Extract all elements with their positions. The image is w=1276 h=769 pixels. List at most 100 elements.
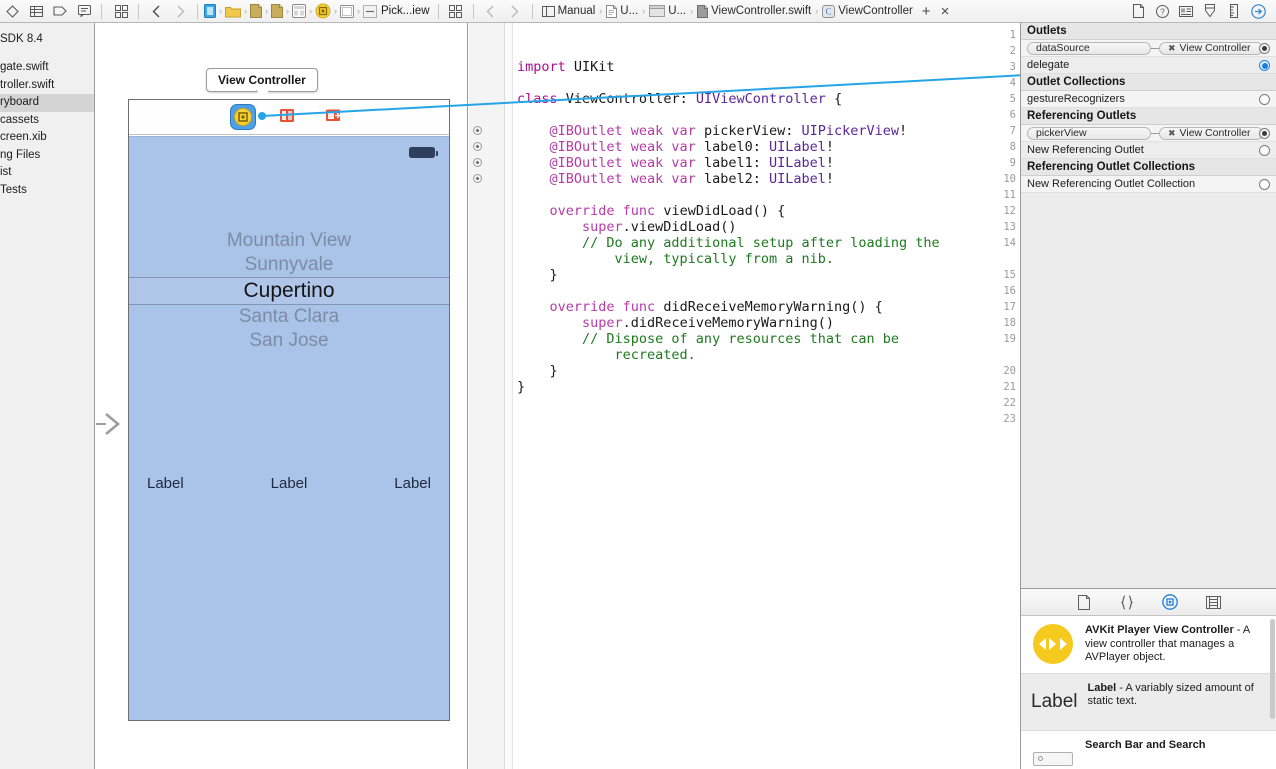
grid-view-icon[interactable] xyxy=(24,1,48,21)
outlet-target-pill[interactable]: ✖ View Controller xyxy=(1159,126,1263,140)
stop-icon[interactable] xyxy=(0,1,24,21)
jump-bar-folder-icon[interactable] xyxy=(224,5,242,18)
size-inspector-icon[interactable] xyxy=(1222,1,1246,21)
navigator-item[interactable]: cassets xyxy=(0,112,94,130)
close-assistant-editor-button[interactable]: × xyxy=(936,3,955,20)
code-line[interactable]: @IBOutlet weak var label0: UILabel! xyxy=(517,139,835,155)
ib-label-1[interactable]: Label xyxy=(271,475,308,492)
picker-row[interactable]: San Jose xyxy=(129,329,449,353)
assistant-editor-icon[interactable] xyxy=(109,1,133,21)
jump-bar-view-icon[interactable] xyxy=(339,4,355,18)
navigator-item[interactable]: gate.swift xyxy=(0,59,94,77)
view-controller-icon[interactable] xyxy=(231,105,255,129)
outlet-gutter-marker[interactable] xyxy=(473,126,482,135)
library-item-label[interactable]: Label Label - A variably sized amount of… xyxy=(1021,673,1276,731)
connection-endpoint[interactable] xyxy=(1259,128,1270,139)
library-item-avkit[interactable]: AVKit Player View Controller - A view co… xyxy=(1021,616,1276,674)
quick-help-icon[interactable]: ? xyxy=(1150,1,1174,21)
exit-icon[interactable] xyxy=(323,105,347,129)
project-navigator[interactable]: SDK 8.4 gate.swift troller.swift ryboard… xyxy=(0,23,95,769)
navigator-item-selected[interactable]: ryboard xyxy=(0,94,94,112)
assistant-forward-button[interactable] xyxy=(503,1,527,21)
comment-icon[interactable] xyxy=(72,1,96,21)
navigator-item[interactable]: creen.xib xyxy=(0,129,94,147)
jump-bar-view-controller-icon[interactable] xyxy=(314,3,332,19)
connection-row-new-referencing-outlet[interactable]: New Referencing Outlet xyxy=(1021,142,1276,159)
picker-view[interactable]: Mountain View Sunnyvale Cupertino Santa … xyxy=(129,229,449,353)
code-line[interactable]: } xyxy=(517,267,558,283)
identity-inspector-icon[interactable] xyxy=(1174,1,1198,21)
outlet-gutter-marker[interactable] xyxy=(473,158,482,167)
code-line[interactable]: } xyxy=(517,379,525,395)
file-template-library-icon[interactable] xyxy=(1074,593,1094,611)
assistant-crumb-4[interactable]: C ViewController xyxy=(818,4,917,18)
connection-row-pickerview[interactable]: pickerView ✖ View Controller xyxy=(1021,125,1276,142)
library-panel[interactable]: AVKit Player View Controller - A view co… xyxy=(1021,588,1276,769)
code-line[interactable]: @IBOutlet weak var label1: UILabel! xyxy=(517,155,835,171)
editor-gutter[interactable] xyxy=(469,23,505,769)
forward-button[interactable] xyxy=(168,1,192,21)
code-line[interactable]: recreated. xyxy=(517,347,696,363)
code-line[interactable]: override func viewDidLoad() { xyxy=(517,203,786,219)
connections-inspector-icon[interactable] xyxy=(1246,1,1270,21)
navigator-item[interactable]: ist xyxy=(0,164,94,182)
code-line[interactable]: } xyxy=(517,363,558,379)
navigator-file-list[interactable]: gate.swift troller.swift ryboard cassets… xyxy=(0,59,94,199)
picker-row[interactable]: Sunnyvale xyxy=(129,253,449,277)
code-line[interactable]: // Dispose of any resources that can be xyxy=(517,331,899,347)
jump-bar-storyboard-icon[interactable] xyxy=(291,4,307,18)
picker-row[interactable]: Santa Clara xyxy=(129,305,449,329)
first-responder-icon[interactable] xyxy=(277,105,301,129)
disconnect-icon[interactable]: ✖ xyxy=(1168,42,1176,54)
utilities-panel[interactable]: Outlets dataSource ✖ View Controller del… xyxy=(1020,23,1276,769)
scene-root-view[interactable]: Mountain View Sunnyvale Cupertino Santa … xyxy=(129,136,449,720)
outlet-target-pill[interactable]: ✖ View Controller xyxy=(1159,41,1263,55)
jump-bar-selection-icon[interactable] xyxy=(362,4,378,18)
navigator-item[interactable]: Tests xyxy=(0,182,94,200)
connection-endpoint[interactable] xyxy=(1259,145,1270,156)
code-line[interactable]: @IBOutlet weak var label2: UILabel! xyxy=(517,171,835,187)
back-button[interactable] xyxy=(144,1,168,21)
assistant-crumb-3[interactable]: ViewController.swift xyxy=(693,4,815,18)
library-scrollbar[interactable] xyxy=(1270,619,1275,719)
connection-endpoint[interactable] xyxy=(1259,94,1270,105)
assistant-back-button[interactable] xyxy=(479,1,503,21)
outlet-gutter-marker[interactable] xyxy=(473,142,482,151)
assistant-crumb-2[interactable]: U... xyxy=(645,5,690,17)
add-assistant-editor-button[interactable]: + xyxy=(917,3,936,20)
assistant-layout-icon[interactable] xyxy=(444,1,468,21)
code-line[interactable]: @IBOutlet weak var pickerView: UIPickerV… xyxy=(517,123,908,139)
connection-row-new-referencing-outlet-collection[interactable]: New Referencing Outlet Collection xyxy=(1021,176,1276,193)
picker-row[interactable]: Mountain View xyxy=(129,229,449,253)
connection-endpoint[interactable] xyxy=(1259,43,1270,54)
assistant-mode-item[interactable]: Manual xyxy=(538,5,600,17)
source-code-editor[interactable]: 1 2 3 4 5 6 7 8 9 10 11 12 13 14 15 16 17 18 19 20 21 22 23 im… xyxy=(469,23,1019,769)
attributes-inspector-icon[interactable] xyxy=(1198,1,1222,21)
ib-label-0[interactable]: Label xyxy=(147,475,184,492)
tag-icon[interactable] xyxy=(48,1,72,21)
outlet-name-pill[interactable]: dataSource xyxy=(1027,41,1151,55)
scene-dock[interactable] xyxy=(129,100,449,135)
primary-jump-bar[interactable]: › › › › › › › Pick...iew xyxy=(203,0,430,23)
jump-bar-file-icon[interactable] xyxy=(249,4,263,18)
code-line[interactable]: super.didReceiveMemoryWarning() xyxy=(517,315,834,331)
object-library-icon[interactable] xyxy=(1160,593,1180,611)
code-line[interactable]: // Do any additional setup after loading… xyxy=(517,235,940,251)
outlet-name-pill[interactable]: pickerView xyxy=(1027,126,1151,140)
code-snippet-library-icon[interactable] xyxy=(1117,593,1137,611)
connection-row-gesturerecognizers[interactable]: gestureRecognizers xyxy=(1021,91,1276,108)
outlet-gutter-marker[interactable] xyxy=(473,174,482,183)
connection-row-delegate[interactable]: delegate xyxy=(1021,57,1276,74)
navigator-item[interactable]: ng Files xyxy=(0,147,94,165)
jump-bar-project-icon[interactable] xyxy=(203,4,217,18)
file-inspector-icon[interactable] xyxy=(1126,1,1150,21)
assistant-jump-bar[interactable]: Manual › U... › U... › ViewController.sw… xyxy=(538,0,917,23)
view-controller-scene[interactable]: Mountain View Sunnyvale Cupertino Santa … xyxy=(128,99,450,721)
picker-row-selected[interactable]: Cupertino xyxy=(129,277,449,305)
ib-label-2[interactable]: Label xyxy=(394,475,431,492)
disconnect-icon[interactable]: ✖ xyxy=(1168,127,1176,139)
code-line[interactable]: super.viewDidLoad() xyxy=(517,219,736,235)
media-library-icon[interactable] xyxy=(1203,593,1223,611)
code-line[interactable]: class ViewController: UIViewController { xyxy=(517,91,842,107)
navigator-item[interactable]: troller.swift xyxy=(0,77,94,95)
